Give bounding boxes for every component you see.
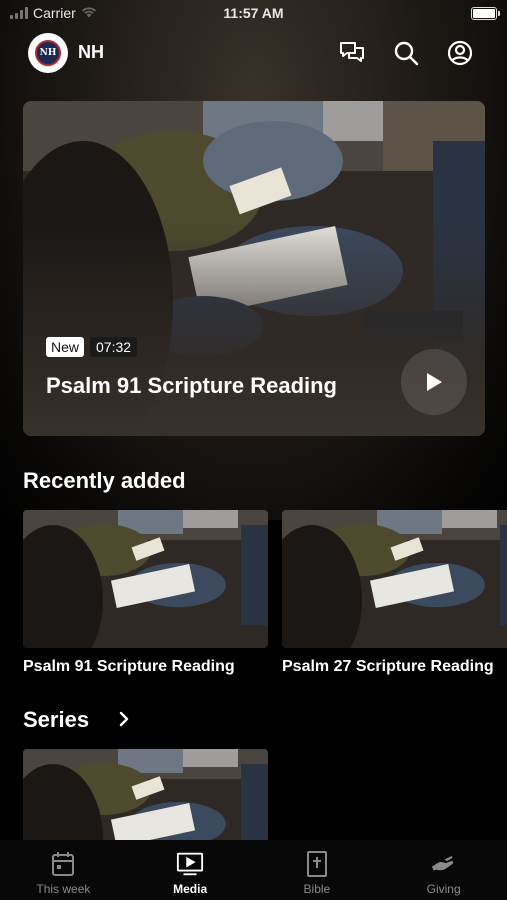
tab-this-week[interactable]: This week <box>0 840 127 900</box>
bible-icon <box>303 850 331 878</box>
church-logo[interactable]: NH <box>28 33 68 73</box>
series-thumbnail <box>23 749 268 840</box>
media-thumbnail <box>282 510 507 648</box>
media-title: Psalm 91 Scripture Reading <box>23 658 235 675</box>
play-icon <box>427 373 442 391</box>
tab-bible[interactable]: Bible <box>254 840 381 900</box>
search-icon[interactable] <box>391 38 421 68</box>
duration-badge: 07:32 <box>90 337 138 357</box>
media-card[interactable]: Psalm 91 Scripture Reading <box>23 510 268 676</box>
tab-label: This week <box>36 882 91 896</box>
media-thumbnail <box>23 510 268 648</box>
video-play-icon <box>176 850 204 878</box>
play-button[interactable] <box>401 349 467 415</box>
tab-label: Giving <box>426 882 461 896</box>
logo-mark: NH <box>35 40 61 66</box>
recently-added-heading: Recently added <box>23 468 186 493</box>
calendar-icon <box>49 850 77 878</box>
media-card[interactable]: Psalm 27 Scripture Reading <box>282 510 507 676</box>
battery-icon <box>471 7 500 20</box>
new-badge: New <box>46 337 85 357</box>
media-title: Psalm 27 Scripture Reading <box>282 658 494 675</box>
status-bar: Carrier 11:57 AM <box>0 0 507 28</box>
account-icon[interactable] <box>445 38 475 68</box>
status-time: 11:57 AM <box>223 5 284 21</box>
tab-media[interactable]: Media <box>127 840 254 900</box>
app-name: NH <box>78 42 104 62</box>
hero-title: Psalm 91 Scripture Reading <box>46 373 337 398</box>
tab-label: Media <box>173 882 208 896</box>
chevron-right-icon[interactable] <box>118 710 130 733</box>
hero-badges: New 07:32 <box>46 337 138 357</box>
featured-media-card[interactable]: New 07:32 Psalm 91 Scripture Reading <box>23 101 485 436</box>
series-card[interactable] <box>23 749 268 840</box>
giving-hand-icon <box>430 850 458 878</box>
series-heading[interactable]: Series <box>23 707 89 733</box>
messages-icon[interactable] <box>337 38 367 68</box>
tab-giving[interactable]: Giving <box>380 840 507 900</box>
tab-label: Bible <box>303 882 331 896</box>
tab-bar: This week Media Bible Giving <box>0 840 507 900</box>
app-header: NH NH <box>0 32 507 74</box>
